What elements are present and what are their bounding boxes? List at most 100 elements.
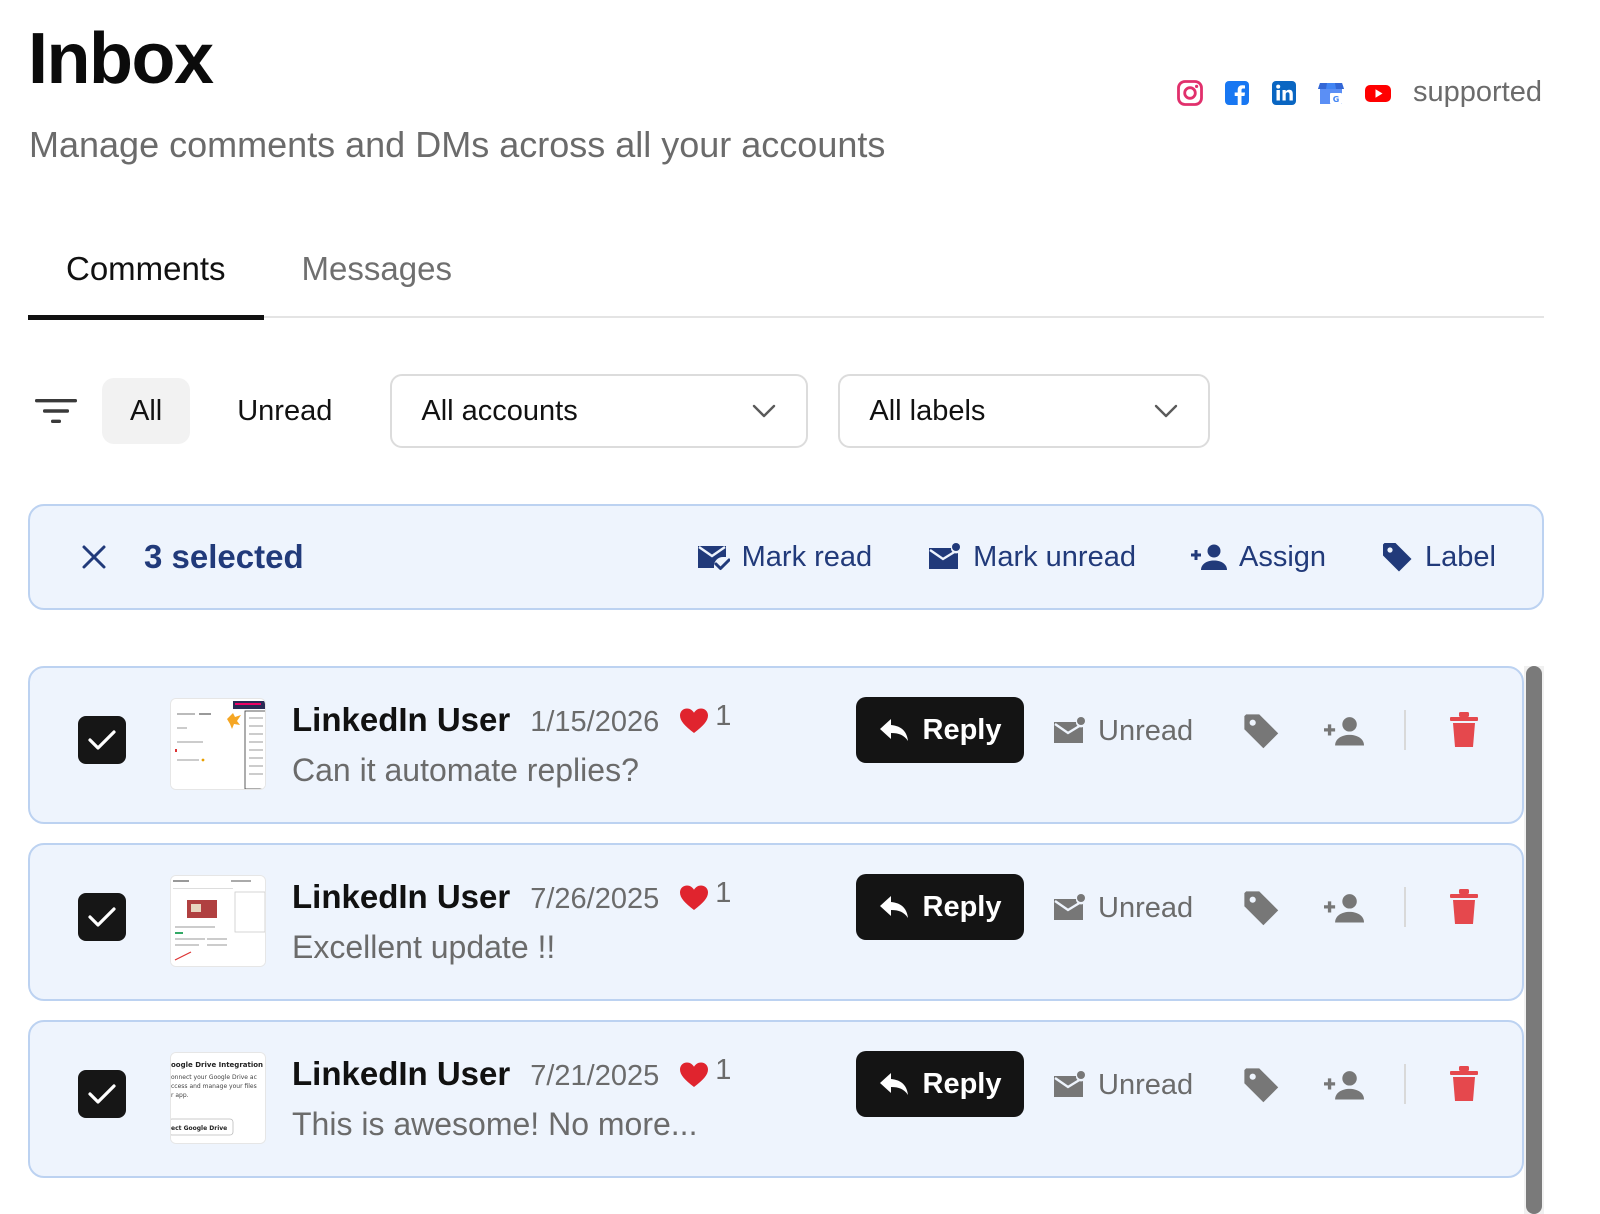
heart-icon bbox=[680, 885, 709, 910]
reply-label: Reply bbox=[922, 713, 1002, 746]
filter-unread-chip[interactable]: Unread bbox=[209, 378, 360, 444]
filter-icon[interactable] bbox=[28, 374, 84, 448]
labels-select[interactable]: All labels bbox=[838, 374, 1211, 448]
unread-label: Unread bbox=[1098, 714, 1194, 747]
reply-icon bbox=[879, 896, 908, 918]
tab-messages[interactable]: Messages bbox=[264, 232, 490, 318]
accounts-select-value: All accounts bbox=[421, 394, 578, 427]
comment-text: Excellent update !! bbox=[292, 929, 556, 965]
trash-icon[interactable] bbox=[1450, 1066, 1478, 1102]
mark-read-icon bbox=[697, 546, 730, 570]
thumb-line: ccess and manage your files bbox=[171, 1083, 257, 1090]
inbox-tabs: Comments Messages bbox=[28, 232, 1544, 320]
close-icon bbox=[82, 545, 106, 569]
comment-row[interactable]: LinkedIn User 1/15/2026 1 Can it automat… bbox=[28, 666, 1524, 824]
divider bbox=[1404, 887, 1406, 927]
divider bbox=[1404, 1064, 1406, 1104]
youtube-icon bbox=[1365, 84, 1391, 102]
mark-unread-button[interactable]: Unread bbox=[1052, 708, 1193, 754]
chevron-down-icon bbox=[753, 404, 776, 418]
unread-label: Unread bbox=[1098, 891, 1194, 924]
filter-all-chip[interactable]: All bbox=[102, 378, 191, 444]
checkmark-icon bbox=[88, 907, 116, 927]
selected-count: 3 selected bbox=[144, 538, 304, 575]
row-checkbox[interactable] bbox=[78, 1070, 126, 1118]
thumb-button: ect Google Drive bbox=[171, 1125, 227, 1132]
reply-button[interactable]: Reply bbox=[856, 697, 1024, 763]
row-checkbox[interactable] bbox=[78, 893, 126, 941]
trash-icon[interactable] bbox=[1450, 712, 1478, 748]
scrollbar-thumb[interactable] bbox=[1526, 666, 1542, 1214]
tag-icon[interactable] bbox=[1242, 1066, 1280, 1104]
reply-button[interactable]: Reply bbox=[856, 1051, 1024, 1117]
comment-date: 7/26/2025 bbox=[530, 882, 660, 915]
filter-bar: All Unread All accounts All labels bbox=[28, 374, 1211, 448]
labels-select-value: All labels bbox=[869, 394, 986, 427]
trash-icon[interactable] bbox=[1450, 889, 1478, 925]
mark-read-button[interactable]: Mark read bbox=[696, 540, 873, 574]
mark-unread-icon bbox=[1054, 1071, 1085, 1097]
reaction-count: 1 bbox=[679, 1054, 731, 1087]
mark-unread-icon bbox=[1054, 717, 1085, 743]
post-thumbnail: oogle Drive Integration onnect your Goog… bbox=[170, 1052, 266, 1144]
divider bbox=[1404, 710, 1406, 750]
tag-icon[interactable] bbox=[1242, 889, 1280, 927]
label-button[interactable]: Label bbox=[1381, 541, 1496, 574]
page-title: Inbox bbox=[28, 19, 214, 99]
reaction-count: 1 bbox=[679, 700, 731, 733]
comment-list-scrollbar[interactable] bbox=[1524, 666, 1544, 1214]
mark-unread-label: Mark unread bbox=[973, 540, 1136, 573]
supported-platforms: G supported bbox=[1176, 76, 1542, 109]
reply-button[interactable]: Reply bbox=[856, 874, 1024, 940]
mark-unread-button[interactable]: Unread bbox=[1052, 1062, 1193, 1108]
accounts-select[interactable]: All accounts bbox=[390, 374, 809, 448]
supported-label: supported bbox=[1413, 76, 1542, 108]
checkmark-icon bbox=[88, 730, 116, 750]
mark-unread-icon bbox=[929, 543, 961, 569]
mark-unread-icon bbox=[1054, 894, 1085, 920]
comment-author: LinkedIn User bbox=[292, 1054, 511, 1092]
reaction-count: 1 bbox=[679, 877, 731, 910]
add-user-icon[interactable] bbox=[1324, 1066, 1364, 1104]
post-thumbnail bbox=[170, 698, 266, 790]
add-user-icon[interactable] bbox=[1324, 889, 1364, 927]
bulk-action-bar: 3 selected Mark read Mark unread Assign … bbox=[28, 504, 1544, 610]
clear-selection-button[interactable] bbox=[74, 537, 114, 577]
unread-label: Unread bbox=[1098, 1068, 1194, 1101]
chevron-down-icon bbox=[1155, 404, 1178, 418]
mark-unread-button[interactable]: Mark unread bbox=[927, 541, 1136, 574]
reply-icon bbox=[879, 719, 908, 741]
thumb-heading: oogle Drive Integration bbox=[171, 1061, 263, 1069]
reply-label: Reply bbox=[922, 890, 1002, 923]
comment-row[interactable]: oogle Drive Integration onnect your Goog… bbox=[28, 1020, 1524, 1178]
facebook-icon bbox=[1225, 80, 1249, 105]
like-count: 1 bbox=[715, 700, 732, 732]
comment-text: This is awesome! No more... bbox=[292, 1106, 698, 1142]
comment-date: 1/15/2026 bbox=[530, 705, 660, 738]
label-label: Label bbox=[1425, 540, 1496, 573]
mark-read-label: Mark read bbox=[741, 540, 873, 573]
tag-icon[interactable] bbox=[1242, 712, 1280, 750]
thumb-line: onnect your Google Drive ac bbox=[171, 1074, 257, 1081]
page-subtitle: Manage comments and DMs across all your … bbox=[29, 124, 886, 165]
linkedin-icon bbox=[1272, 80, 1296, 105]
like-count: 1 bbox=[715, 1054, 732, 1086]
tab-comments[interactable]: Comments bbox=[28, 232, 264, 320]
svg-text:G: G bbox=[1333, 95, 1340, 104]
comment-date: 7/21/2025 bbox=[530, 1059, 660, 1092]
add-user-icon bbox=[1190, 544, 1227, 570]
add-user-icon[interactable] bbox=[1324, 712, 1364, 750]
row-checkbox[interactable] bbox=[78, 716, 126, 764]
heart-icon bbox=[680, 1062, 709, 1087]
comment-author: LinkedIn User bbox=[292, 700, 511, 738]
post-thumbnail bbox=[170, 875, 266, 967]
thumb-line: r app. bbox=[171, 1092, 189, 1099]
tag-icon bbox=[1383, 543, 1412, 572]
assign-button[interactable]: Assign bbox=[1190, 541, 1326, 574]
comment-row[interactable]: LinkedIn User 7/26/2025 1 Excellent upda… bbox=[28, 843, 1524, 1001]
like-count: 1 bbox=[715, 877, 732, 909]
heart-icon bbox=[680, 708, 709, 733]
comment-text: Can it automate replies? bbox=[292, 752, 639, 788]
mark-unread-button[interactable]: Unread bbox=[1052, 885, 1193, 931]
reply-label: Reply bbox=[922, 1067, 1002, 1100]
